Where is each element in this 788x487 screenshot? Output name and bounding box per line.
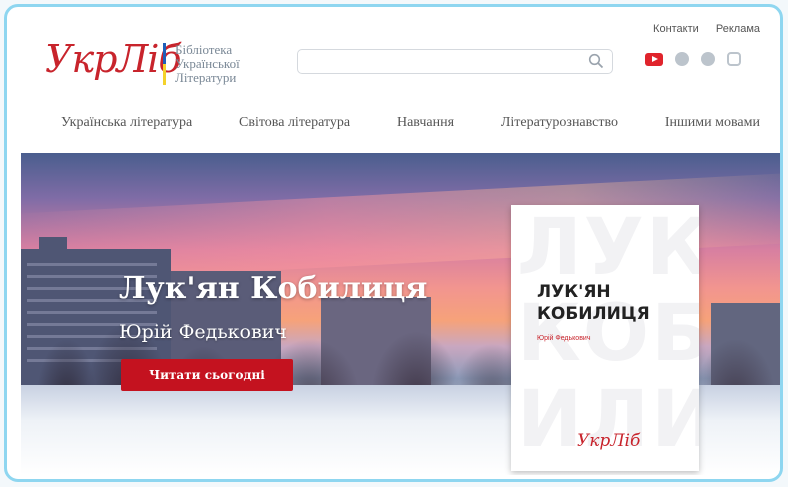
cover-watermark: ЛУК КОБ ИЛИ [517, 205, 699, 465]
cover-title: ЛУК'ЯН КОБИЛИЦЯ [537, 281, 650, 325]
social-links [645, 52, 741, 66]
telegram-icon[interactable] [675, 52, 689, 66]
main-navigation: Українська література Світова література… [61, 115, 760, 131]
cover-publisher-logo: УкрЛіб [577, 431, 641, 451]
contacts-link[interactable]: Контакти [653, 23, 699, 35]
logo-subtitle: Бібліотека Української Літератури [175, 43, 240, 85]
top-links: Контакти Реклама [639, 23, 760, 35]
site-logo[interactable]: УкрЛіб [45, 37, 182, 81]
nav-education[interactable]: Навчання [397, 115, 454, 131]
cover-title-line2: КОБИЛИЦЯ [537, 304, 650, 324]
logo-flag-bar [163, 43, 166, 85]
building-left-tower [39, 237, 67, 261]
cover-title-line1: ЛУК'ЯН [537, 282, 611, 302]
logo-subtitle-line3: Літератури [175, 70, 237, 85]
nav-literary-studies[interactable]: Літературознавство [501, 115, 618, 131]
hero-title: Лук'ян Кобилиця [119, 271, 428, 306]
youtube-icon[interactable] [645, 52, 663, 66]
search-icon[interactable] [588, 53, 604, 74]
cover-author: Юрій Федькович [537, 335, 591, 342]
nav-ukrainian-literature[interactable]: Українська література [61, 115, 192, 131]
hero-author: Юрій Федькович [119, 321, 287, 343]
logo-subtitle-line1: Бібліотека [175, 42, 233, 57]
book-cover[interactable]: ЛУК КОБ ИЛИ ЛУК'ЯН КОБИЛИЦЯ Юрій Федьков… [511, 205, 699, 471]
browser-frame: Контакти Реклама УкрЛіб Бібліотека Украї… [4, 4, 783, 482]
instagram-icon[interactable] [727, 52, 741, 66]
facebook-icon[interactable] [701, 52, 715, 66]
nav-world-literature[interactable]: Світова література [239, 115, 350, 131]
read-today-button[interactable]: Читати сьогодні [121, 359, 293, 391]
nav-other-languages[interactable]: Іншими мовами [665, 115, 760, 131]
logo-subtitle-line2: Української [175, 56, 240, 71]
ads-link[interactable]: Реклама [716, 23, 760, 35]
search-input[interactable] [306, 50, 590, 74]
hero-banner: Лук'ян Кобилиця Юрій Федькович Читати сь… [21, 153, 780, 475]
search-box [297, 49, 613, 74]
